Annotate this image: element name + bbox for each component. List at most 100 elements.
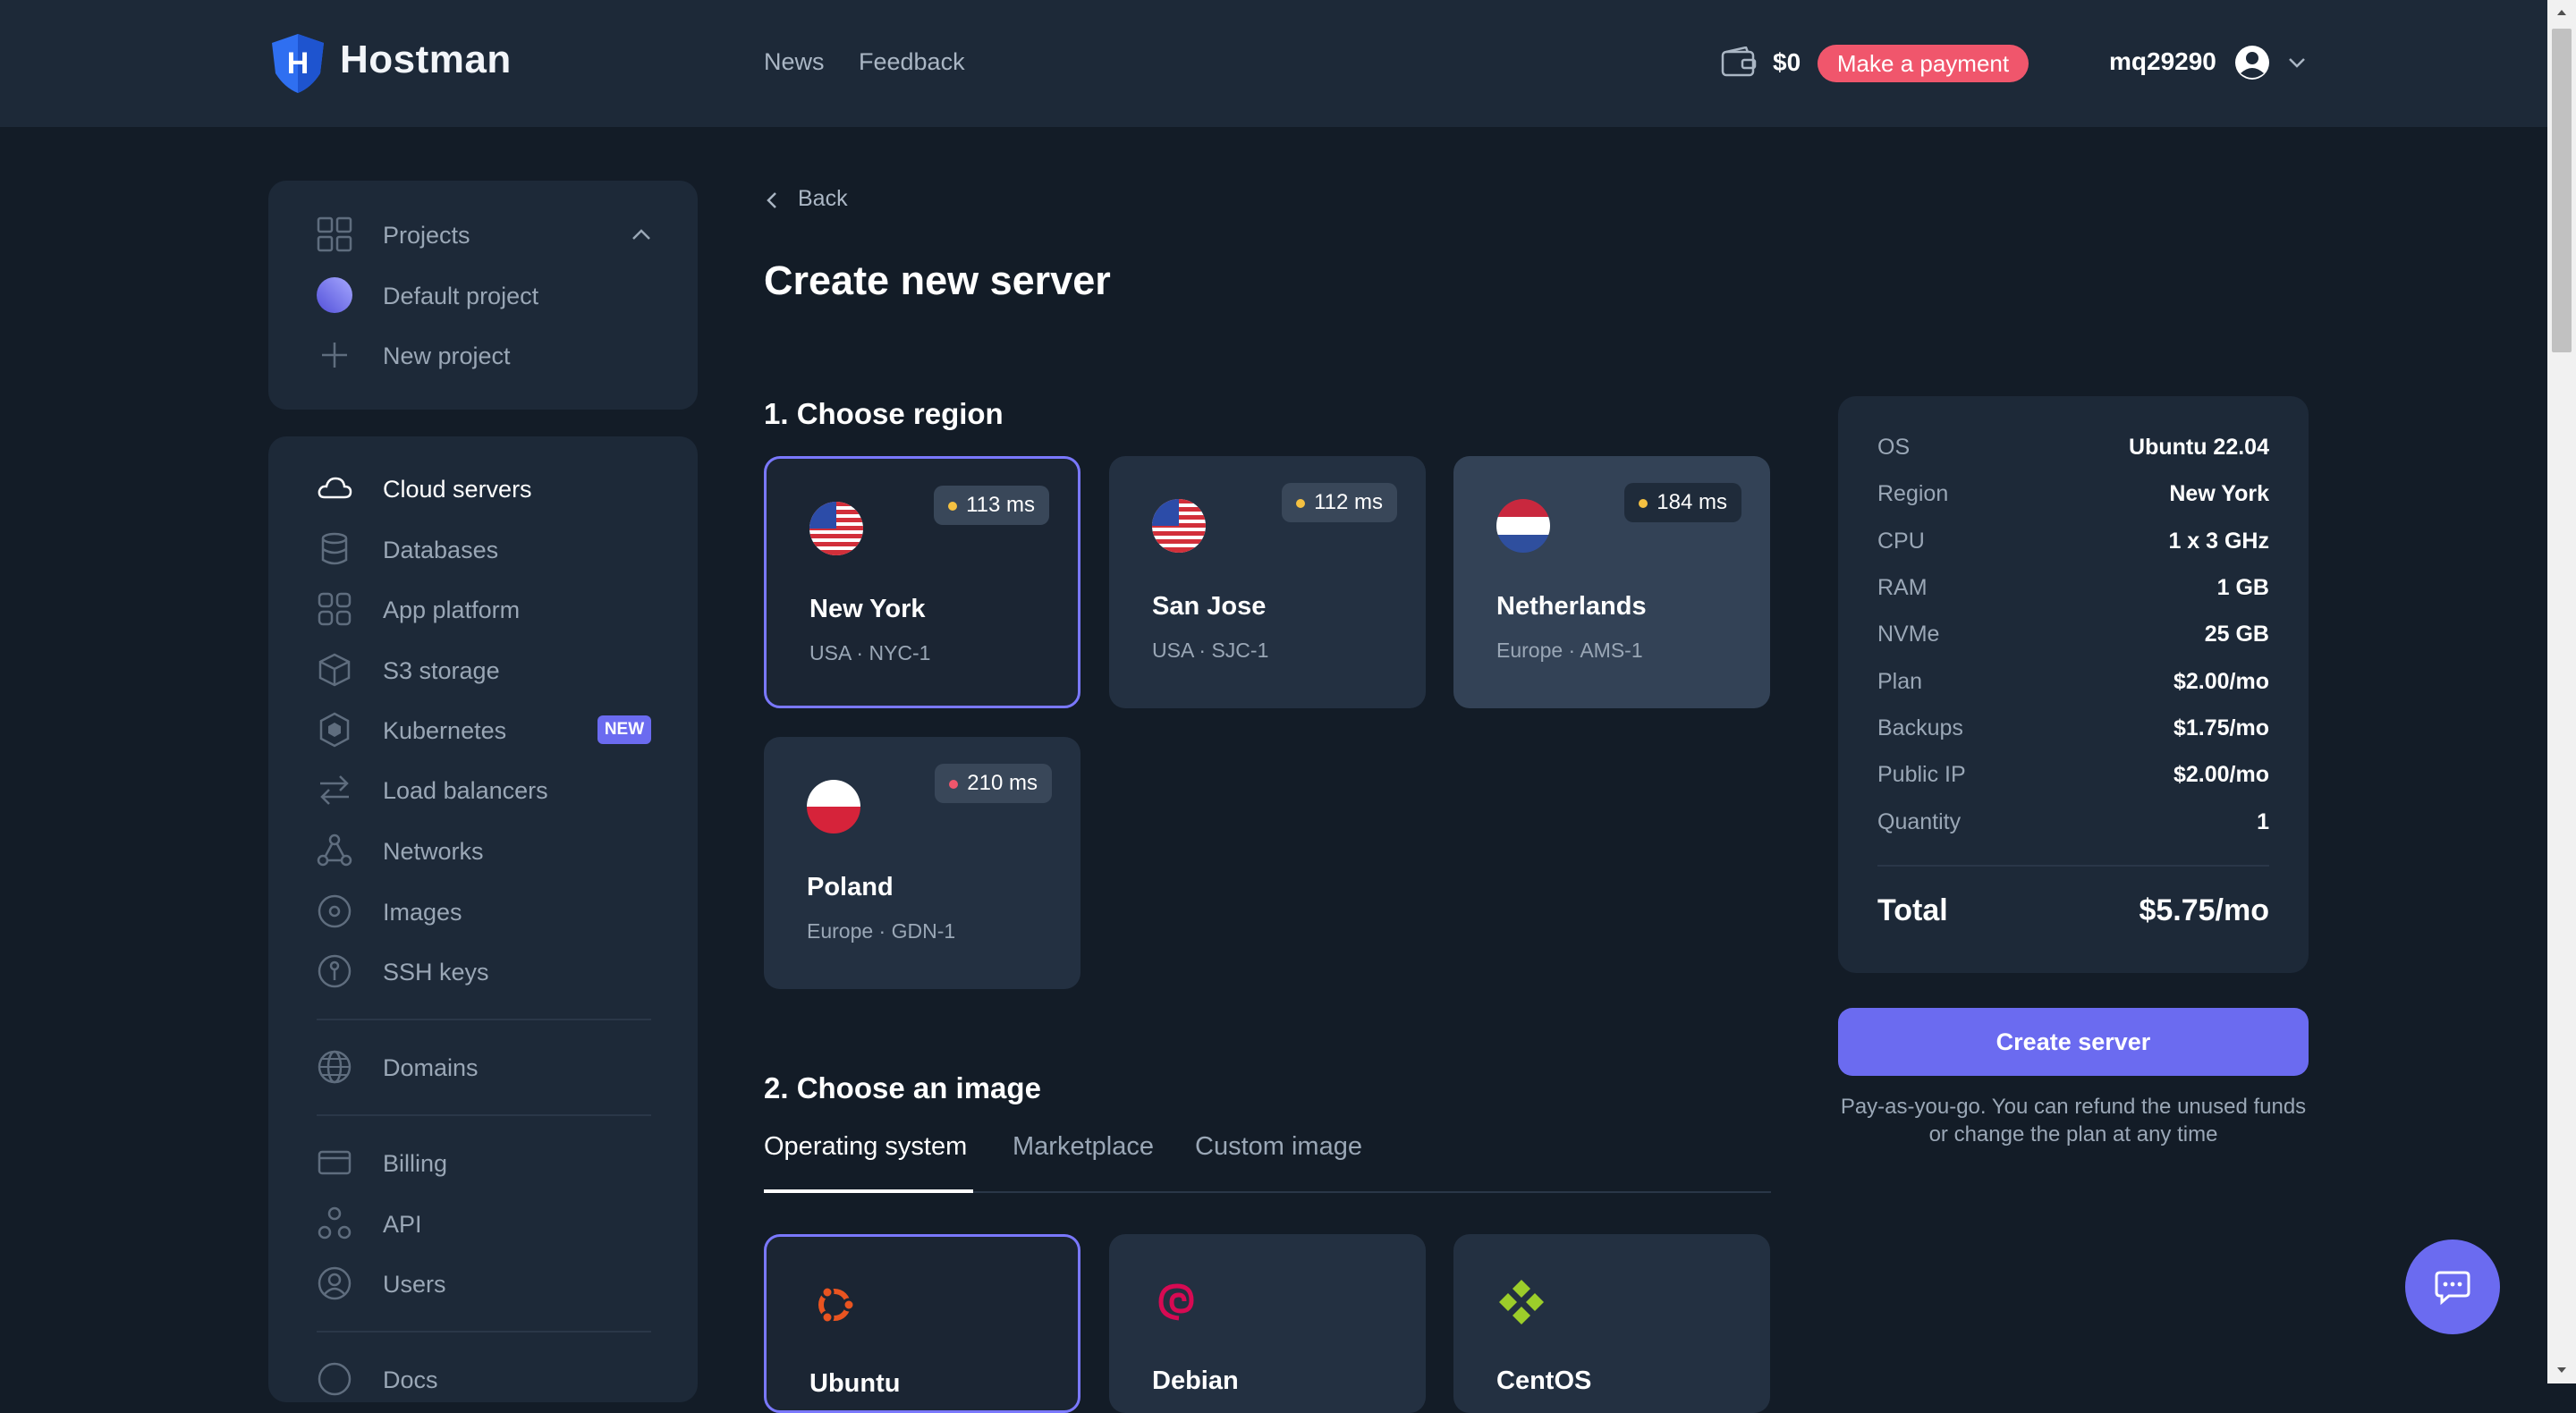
- nav-feedback-link[interactable]: Feedback: [859, 48, 965, 76]
- back-link[interactable]: Back: [798, 186, 848, 212]
- nl-flag-icon: [1496, 499, 1550, 553]
- sidebar-item-s3-storage[interactable]: S3 storage: [317, 650, 657, 690]
- tab-custom-image[interactable]: Custom image: [1195, 1132, 1362, 1162]
- projects-title: Projects: [383, 222, 470, 249]
- chevron-down-icon[interactable]: [2286, 52, 2308, 73]
- sidebar-divider: [317, 1114, 651, 1116]
- region-name: San Jose: [1152, 592, 1267, 621]
- globe-icon: [318, 1050, 352, 1084]
- sidebar-item-databases[interactable]: Databases: [317, 529, 657, 569]
- disc-icon: [318, 894, 352, 928]
- sidebar-item-label: Databases: [383, 537, 499, 563]
- region-code: Europe · AMS-1: [1496, 639, 1643, 662]
- chat-icon: [2435, 1271, 2470, 1306]
- sidebar-item-label: Images: [383, 899, 462, 926]
- summary-divider: [1877, 865, 2269, 867]
- summary-key: NVMe: [1877, 622, 1940, 647]
- ping-dot: [949, 780, 959, 789]
- projects-header[interactable]: Projects: [317, 215, 657, 254]
- os-card-centos[interactable]: CentOS: [1453, 1234, 1770, 1413]
- scroll-up-icon[interactable]: [2555, 5, 2569, 20]
- summary-key: Quantity: [1877, 809, 1962, 834]
- new-badge: NEW: [597, 715, 651, 744]
- project-avatar-icon: [317, 277, 352, 313]
- active-tab-indicator: [764, 1189, 973, 1193]
- region-card-poland[interactable]: 210 ms Poland Europe · GDN-1: [764, 737, 1080, 989]
- hostman-logo-icon[interactable]: H: [267, 32, 329, 95]
- tab-operating-system[interactable]: Operating system: [764, 1132, 967, 1162]
- sidebar-item-docs[interactable]: Docs: [317, 1359, 657, 1399]
- chevron-up-icon[interactable]: [630, 224, 653, 247]
- summary-key: Region: [1877, 481, 1949, 506]
- brand-name[interactable]: Hostman: [340, 38, 512, 82]
- region-card-new-york[interactable]: 113 ms New York USA · NYC-1: [764, 456, 1080, 708]
- help-icon: [318, 1362, 352, 1396]
- sidebar-item-label: Users: [383, 1271, 446, 1298]
- sidebar-item-users[interactable]: Users: [317, 1264, 657, 1303]
- sidebar-item-domains[interactable]: Domains: [317, 1047, 657, 1087]
- payment-note: Pay-as-you-go. You can refund the unused…: [1840, 1095, 2307, 1146]
- sidebar-item-networks[interactable]: Networks: [317, 831, 657, 870]
- summary-key: Plan: [1877, 669, 1923, 694]
- summary-value: 1 x 3 GHz: [2168, 529, 2269, 554]
- region-name: Poland: [807, 873, 894, 901]
- summary-value: 1 GB: [2216, 575, 2269, 600]
- new-project-item[interactable]: New project: [317, 335, 657, 375]
- summary-row-region: Region New York: [1877, 478, 2269, 513]
- plus-icon: [322, 343, 347, 368]
- sidebar-item-app-platform[interactable]: App platform: [317, 589, 657, 629]
- sidebar-item-ssh-keys[interactable]: SSH keys: [317, 952, 657, 991]
- sidebar-item-api[interactable]: API: [317, 1204, 657, 1243]
- summary-key: Public IP: [1877, 762, 1966, 787]
- api-icon: [318, 1206, 352, 1240]
- arrows-icon: [320, 775, 349, 805]
- summary-row-plan: Plan $2.00/mo: [1877, 665, 2269, 701]
- key-icon: [318, 954, 352, 988]
- nav-news-link[interactable]: News: [764, 48, 825, 76]
- os-name: Ubuntu: [809, 1369, 901, 1398]
- make-payment-button[interactable]: Make a payment: [1818, 45, 2029, 82]
- region-name: Netherlands: [1496, 592, 1647, 621]
- summary-key: Backups: [1877, 715, 1963, 740]
- summary-value: $2.00/mo: [2173, 762, 2269, 787]
- wallet-icon: [1721, 47, 1757, 77]
- region-card-san-jose[interactable]: 112 ms San Jose USA · SJC-1: [1109, 456, 1426, 708]
- scroll-down-icon[interactable]: [2555, 1363, 2569, 1377]
- region-code: Europe · GDN-1: [807, 919, 956, 943]
- sidebar-item-images[interactable]: Images: [317, 892, 657, 931]
- username[interactable]: mq29290: [2109, 47, 2216, 76]
- scrollbar-thumb[interactable]: [2552, 29, 2572, 352]
- sidebar-item-billing[interactable]: Billing: [317, 1143, 657, 1182]
- balance-amount: $0: [1773, 48, 1801, 76]
- summary-value: $1.75/mo: [2173, 715, 2269, 740]
- chat-button[interactable]: [2405, 1240, 2500, 1334]
- card-icon: [318, 1150, 352, 1175]
- user-avatar-icon[interactable]: [2234, 45, 2270, 80]
- sidebar-item-cloud-servers[interactable]: Cloud servers: [317, 469, 657, 508]
- os-card-debian[interactable]: Debian: [1109, 1234, 1426, 1413]
- total-value: $5.75/mo: [2139, 893, 2269, 927]
- tab-marketplace[interactable]: Marketplace: [1013, 1132, 1154, 1162]
- create-server-button[interactable]: Create server: [1838, 1008, 2309, 1076]
- sidebar-item-load-balancers[interactable]: Load balancers: [317, 770, 657, 809]
- ping-badge: 184 ms: [1624, 483, 1741, 522]
- ping-value: 184 ms: [1657, 490, 1727, 514]
- project-item-default[interactable]: Default project: [317, 275, 657, 315]
- chevron-left-icon[interactable]: [764, 188, 780, 213]
- centos-icon: [1499, 1280, 1544, 1324]
- section-title-region: 1. Choose region: [764, 397, 1004, 430]
- os-card-ubuntu[interactable]: Ubuntu: [764, 1234, 1080, 1413]
- grid-icon: [317, 216, 352, 252]
- summary-row-backups: Backups $1.75/mo: [1877, 712, 2269, 748]
- sidebar-item-label: SSH keys: [383, 959, 489, 986]
- ping-badge: 112 ms: [1282, 483, 1397, 522]
- summary-row-cpu: CPU 1 x 3 GHz: [1877, 525, 2269, 561]
- summary-key: RAM: [1877, 575, 1928, 600]
- summary-row-quantity: Quantity 1: [1877, 806, 2269, 842]
- region-card-netherlands[interactable]: 184 ms Netherlands Europe · AMS-1: [1453, 456, 1770, 708]
- sidebar-divider: [317, 1019, 651, 1020]
- os-name: Debian: [1152, 1366, 1239, 1395]
- pl-flag-icon: [807, 780, 860, 833]
- page-title: Create new server: [764, 258, 1111, 303]
- debian-icon: [1158, 1283, 1194, 1321]
